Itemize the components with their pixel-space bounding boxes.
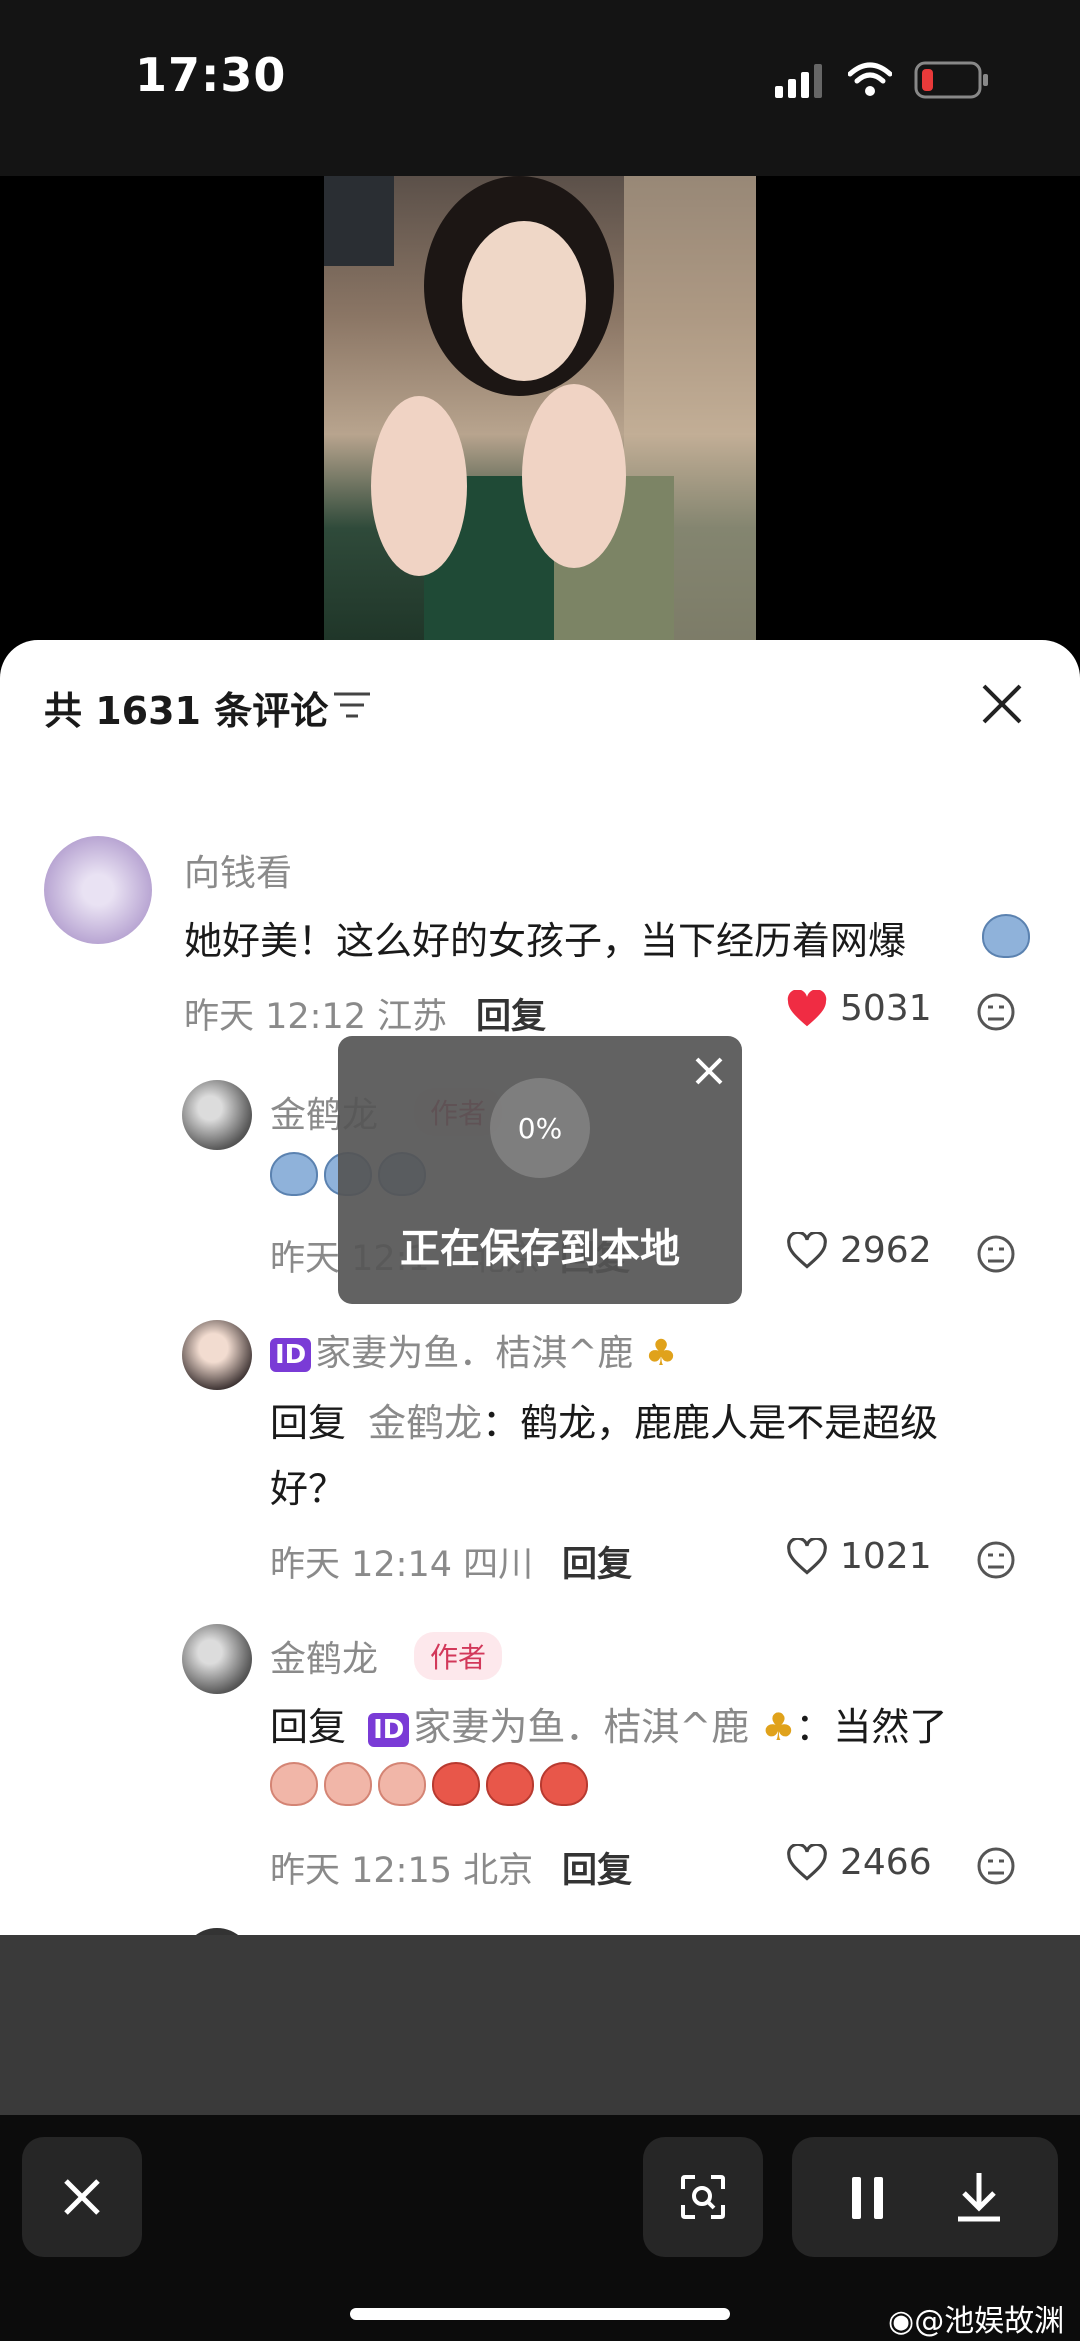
filter-icon[interactable] — [332, 690, 372, 720]
scan-icon — [681, 2175, 725, 2219]
reply-to-user[interactable]: 家妻为鱼．桔淇^鹿 — [413, 1705, 749, 1749]
scan-button[interactable] — [643, 2137, 763, 2257]
avatar[interactable] — [182, 1624, 252, 1694]
id-badge: ID — [270, 1338, 312, 1372]
crying-emoji-icon — [982, 914, 1030, 958]
close-icon[interactable] — [692, 1054, 726, 1088]
like-count: 1021 — [840, 1536, 932, 1577]
comment-text: ：当然了 — [795, 1705, 948, 1749]
comment-text: 她好美！这么好的女孩子，当下经历着网爆 — [184, 919, 907, 963]
toast-message: 正在保存到本地 — [400, 1226, 680, 1272]
like-count: 2962 — [840, 1230, 932, 1271]
progress-indicator: 0% — [490, 1078, 590, 1178]
playback-controls — [792, 2137, 1058, 2257]
reply-button[interactable]: 回复 — [562, 1842, 632, 1893]
reply-button[interactable]: 回复 — [476, 988, 546, 1039]
crying-emoji-icon — [270, 1152, 318, 1196]
pause-icon[interactable] — [848, 2175, 888, 2221]
heart-outline-icon[interactable] — [786, 1538, 828, 1576]
comment-author[interactable]: 向钱看 — [184, 844, 292, 896]
close-icon — [64, 2179, 100, 2215]
emoji-row — [270, 1762, 588, 1806]
close-button[interactable] — [22, 2137, 142, 2257]
pig-emoji-icon — [270, 1762, 318, 1806]
author-badge: 作者 — [414, 1632, 503, 1680]
dislike-face-icon[interactable] — [976, 992, 1016, 1032]
comment-meta: 昨天 12:14 四川 — [270, 1545, 534, 1585]
overlay-band — [0, 1935, 1080, 2115]
id-badge: ID — [368, 1712, 410, 1747]
like-count: 5031 — [840, 988, 932, 1029]
pig-emoji-icon — [432, 1762, 480, 1806]
like-count: 2466 — [840, 1842, 932, 1883]
comment-meta: 昨天 12:15 北京 — [270, 1851, 534, 1891]
pineapple-emoji-icon: ♣ — [644, 1333, 678, 1374]
status-time: 17:30 — [135, 48, 287, 102]
dislike-face-icon[interactable] — [976, 1234, 1016, 1274]
comment-author[interactable]: 金鹤龙 — [270, 1630, 378, 1682]
comment-text-continued: 好？ — [270, 1467, 347, 1511]
pig-emoji-icon — [486, 1762, 534, 1806]
reply-to-user[interactable]: 金鹤龙 — [368, 1401, 482, 1445]
battery-low-icon — [914, 61, 988, 99]
video-preview[interactable] — [324, 176, 756, 646]
dislike-face-icon[interactable] — [976, 1540, 1016, 1580]
heart-filled-icon[interactable] — [786, 990, 828, 1028]
pig-emoji-icon — [540, 1762, 588, 1806]
avatar[interactable] — [182, 1320, 252, 1390]
video-thumbnail-image — [324, 176, 756, 646]
pig-emoji-icon — [324, 1762, 372, 1806]
comment-text-line: 回复 金鹤龙：鹤龙，鹿鹿人是不是超级 — [270, 1392, 938, 1447]
avatar-partial — [182, 1928, 252, 1935]
reply-prefix: 回复 — [270, 1401, 347, 1445]
watermark-text: @池娱故渊 — [914, 2304, 1065, 2339]
reply-button[interactable]: 回复 — [562, 1536, 632, 1587]
reply-prefix: 回复 — [270, 1705, 347, 1749]
comment-text: ：鹤龙，鹿鹿人是不是超级 — [482, 1401, 939, 1445]
heart-outline-icon[interactable] — [786, 1232, 828, 1270]
save-toast: 0% 正在保存到本地 — [338, 1036, 742, 1304]
pig-emoji-icon — [378, 1762, 426, 1806]
weibo-logo-icon: ◉ — [888, 2304, 915, 2339]
comment-meta: 昨天 12:12 江苏 — [184, 997, 448, 1037]
home-indicator[interactable] — [350, 2308, 730, 2320]
comment-author[interactable]: ID 家妻为鱼．桔淇^鹿 ♣ — [270, 1324, 677, 1376]
watermark: ◉@池娱故渊 — [888, 2296, 1064, 2340]
download-icon[interactable] — [956, 2171, 1002, 2223]
comments-count-title: 共 1631 条评论 — [44, 689, 329, 733]
comment-text-line: 回复 ID 家妻为鱼．桔淇^鹿 ♣：当然了 — [270, 1696, 947, 1751]
dislike-face-icon[interactable] — [976, 1846, 1016, 1886]
status-bar: 17:30 — [0, 0, 1080, 176]
pineapple-emoji-icon: ♣ — [761, 1705, 796, 1749]
comment-author-name: 家妻为鱼．桔淇^鹿 — [315, 1333, 634, 1374]
avatar[interactable] — [44, 836, 152, 944]
avatar[interactable] — [182, 1080, 252, 1150]
heart-outline-icon[interactable] — [786, 1844, 828, 1882]
wifi-icon — [848, 62, 892, 96]
close-icon[interactable] — [980, 682, 1024, 726]
signal-icon — [775, 64, 822, 98]
